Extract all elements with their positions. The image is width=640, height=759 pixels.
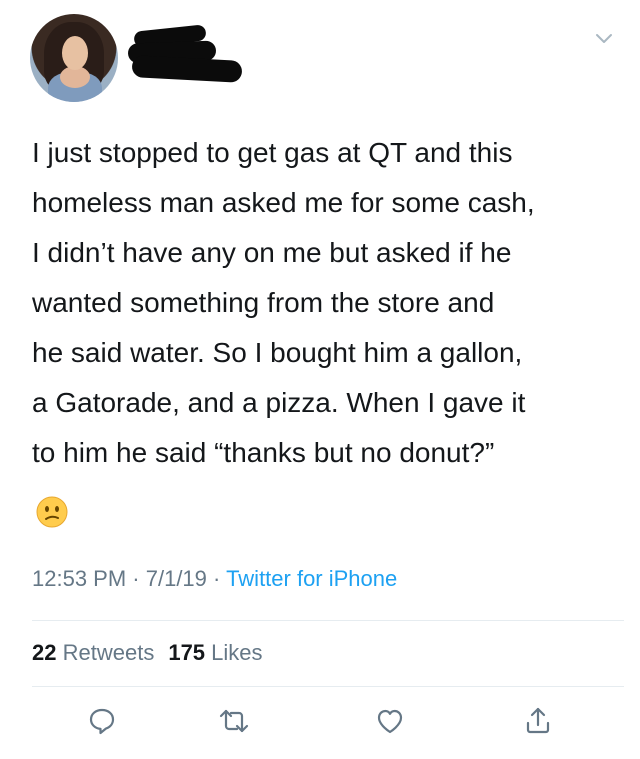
meta-separator: · — [126, 566, 146, 591]
retweets-count: 22 — [32, 640, 57, 665]
tweet-meta: 12:53 PM · 7/1/19 · Twitter for iPhone — [32, 566, 397, 592]
likes-label: Likes — [211, 640, 263, 665]
chevron-down-icon[interactable] — [594, 28, 614, 48]
divider — [32, 620, 624, 621]
likes-stat[interactable]: 175 Likes — [168, 640, 262, 665]
reply-icon[interactable] — [86, 705, 118, 737]
retweets-stat[interactable]: 22 Retweets — [32, 640, 154, 665]
tweet-time: 12:53 PM — [32, 566, 127, 591]
tweet-date: 7/1/19 — [145, 566, 207, 591]
avatar[interactable] — [30, 14, 118, 102]
retweets-label: Retweets — [62, 640, 155, 665]
retweet-icon[interactable] — [218, 705, 250, 737]
share-icon[interactable] — [522, 705, 554, 737]
likes-count: 175 — [168, 640, 206, 665]
meta-separator: · — [206, 566, 227, 591]
confused-face-icon — [36, 496, 68, 528]
tweet-source-link[interactable]: Twitter for iPhone — [226, 566, 397, 591]
redacted-username — [127, 24, 248, 83]
divider — [32, 686, 624, 687]
tweet-text: I just stopped to get gas at QT and this… — [32, 137, 535, 468]
like-icon[interactable] — [374, 705, 406, 737]
tweet-stats: 22 Retweets 175 Likes — [32, 640, 263, 666]
